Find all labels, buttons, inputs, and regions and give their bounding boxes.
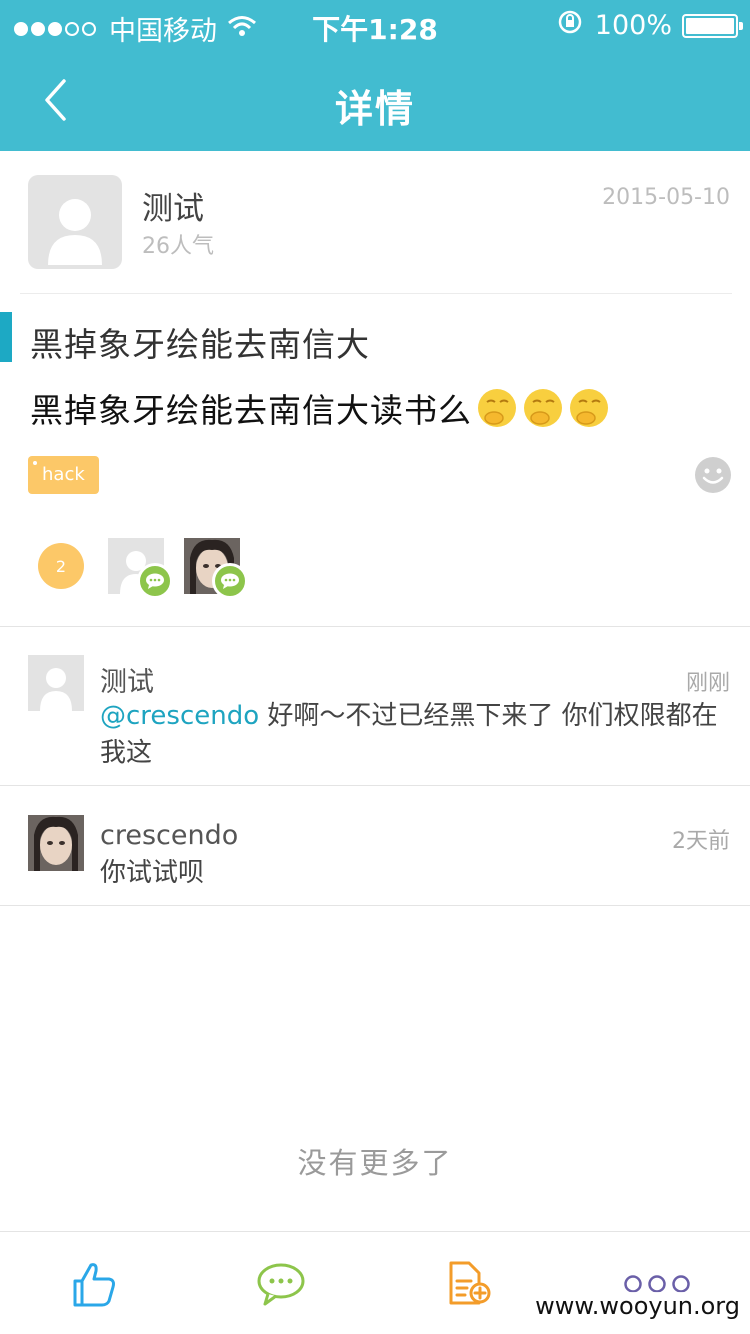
default-user-icon [48,199,102,265]
divider [0,905,750,906]
thinking-emoji-icon [570,389,608,427]
comment-bubble-icon [212,563,248,599]
status-bar: 中国移动 下午1:28 100% [0,0,750,50]
title-accent-bar [0,312,12,362]
smiley-face-icon[interactable] [694,456,732,494]
bottom-toolbar: www.wooyun.org [0,1231,750,1334]
divider [0,785,750,786]
avatar[interactable] [28,815,84,871]
add-document-icon [449,1261,491,1305]
comment-item: 测试 刚刚 @crescendo 好啊～不过已经黑下来了 你们权限都在我这 [0,627,750,785]
nav-bar: 详情 [0,50,750,151]
comment-text: 你试试呗 [100,855,730,892]
comment-bubble-icon [137,563,173,599]
add-note-button[interactable] [440,1256,496,1312]
comment-time: 刚刚 [685,671,730,696]
post-body: 黑掉象牙绘能去南信大读书么 [30,384,610,432]
author-name[interactable]: 测试 [142,183,204,228]
tag-hack[interactable]: hack [28,456,99,494]
author-block: 测试 26人气 2015-05-10 [28,175,730,270]
page-title: 详情 [334,87,415,131]
comment-icon [257,1263,305,1306]
author-avatar[interactable] [28,175,122,269]
status-right: 100% [557,9,743,42]
header: 中国移动 下午1:28 100% 详情 [0,0,750,151]
comment-button[interactable] [253,1256,309,1312]
post-body-text: 黑掉象牙绘能去南信大读书么 [30,391,472,430]
mention-link[interactable]: @crescendo [100,701,259,731]
thumbs-up-icon [73,1263,115,1307]
comment-time: 2天前 [672,829,730,854]
battery-icon [682,13,743,38]
comment-text: @crescendo 好啊～不过已经黑下来了 你们权限都在我这 [100,698,730,772]
comment-author[interactable]: crescendo [100,820,238,851]
post-title: 黑掉象牙绘能去南信大 [30,325,370,364]
comment-item: crescendo 2天前 你试试呗 [0,787,750,905]
avatar[interactable] [28,655,84,711]
author-popularity: 26人气 [142,234,214,259]
divider [20,293,732,294]
watermark: www.wooyun.org [533,1292,742,1320]
post-date: 2015-05-10 [602,185,730,210]
battery-percent: 100% [594,10,672,41]
comment-author[interactable]: 测试 [100,660,154,699]
comment-body: 你试试呗 [100,858,205,888]
no-more-label: 没有更多了 [297,1146,453,1180]
thinking-emoji-icon [524,389,562,427]
thinking-emoji-icon [478,389,516,427]
default-user-icon [40,668,72,711]
participant-count-badge: 2 [38,543,84,589]
like-button[interactable] [66,1256,122,1312]
user-photo-icon [28,815,84,871]
rotation-lock-icon [557,9,583,42]
